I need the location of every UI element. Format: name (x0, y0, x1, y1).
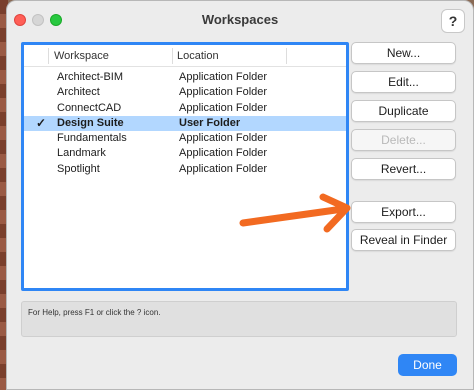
workspace-list[interactable]: Workspace Location Architect-BIM Applica… (21, 42, 349, 291)
workspace-location: Application Folder (179, 162, 268, 175)
column-header-location[interactable]: Location (177, 50, 219, 62)
workspace-name: ConnectCAD (57, 101, 122, 114)
workspace-name: Fundamentals (57, 132, 127, 145)
done-button[interactable]: Done (398, 354, 457, 376)
workspace-location: Application Folder (179, 132, 268, 145)
workspace-location: Application Folder (179, 101, 268, 114)
column-separator (48, 48, 49, 64)
workspace-name: Architect-BIM (57, 71, 124, 83)
reveal-in-finder-button[interactable]: Reveal in Finder (351, 229, 456, 251)
list-row-landmark[interactable]: Landmark Application Folder (24, 146, 346, 161)
window-title: Workspaces (201, 12, 279, 27)
list-row-connectcad[interactable]: ConnectCAD Application Folder (24, 101, 346, 116)
column-separator (172, 48, 173, 64)
workspace-location: Application Folder (179, 71, 268, 83)
arrow-right-icon (239, 193, 351, 233)
edit-button[interactable]: Edit... (351, 71, 456, 93)
title-bar: Workspaces ? (7, 1, 473, 39)
help-button[interactable]: ? (441, 9, 465, 33)
workspace-location: User Folder (179, 116, 241, 129)
column-separator (286, 48, 287, 64)
status-text: For Help, press F1 or click the ? icon. (28, 308, 161, 317)
list-row-spotlight[interactable]: Spotlight Application Folder (24, 162, 346, 177)
status-bar: For Help, press F1 or click the ? icon. (21, 301, 457, 337)
list-header: Workspace Location (24, 45, 346, 67)
export-button[interactable]: Export... (351, 201, 456, 223)
workspace-name: Architect (57, 86, 100, 99)
list-row-fundamentals[interactable]: Fundamentals Application Folder (24, 131, 346, 146)
column-header-workspace[interactable]: Workspace (54, 50, 109, 62)
list-row-design-suite[interactable]: ✓ Design Suite User Folder (24, 115, 346, 132)
list-row-architect-bim[interactable]: Architect-BIM Application Folder (24, 70, 346, 85)
workspace-name: Spotlight (57, 162, 100, 175)
list-rows: Architect-BIM Application Folder Archite… (24, 70, 346, 177)
workspace-location: Application Folder (179, 147, 268, 160)
list-row-architect[interactable]: Architect Application Folder (24, 85, 346, 100)
new-button[interactable]: New... (351, 42, 456, 64)
workspace-name: Design Suite (57, 116, 124, 129)
revert-button[interactable]: Revert... (351, 158, 456, 180)
checkmark-icon: ✓ (36, 115, 47, 130)
workspace-location: Application Folder (179, 86, 268, 99)
duplicate-button[interactable]: Duplicate (351, 100, 456, 122)
workspace-name: Landmark (57, 147, 106, 160)
workspaces-dialog: Workspaces ? Workspace Location Architec… (6, 0, 474, 390)
delete-button: Delete... (351, 129, 456, 151)
